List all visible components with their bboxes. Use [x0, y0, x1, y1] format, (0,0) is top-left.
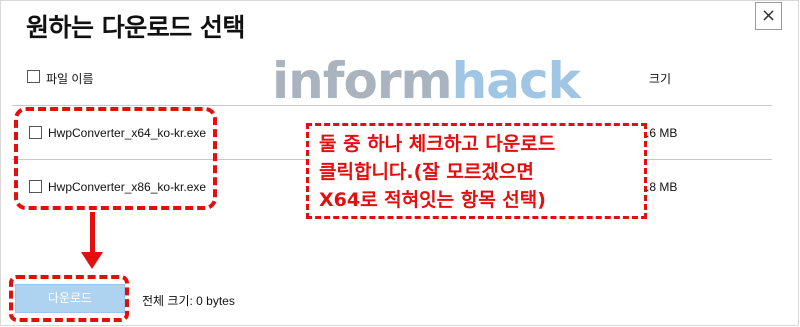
annotation-line-1: 둘 중 하나 체크하고 다운로드 — [319, 133, 556, 155]
dialog-title: 원하는 다운로드 선택 — [26, 13, 245, 42]
annotation-callout: 둘 중 하나 체크하고 다운로드 클릭합니다.(잘 모르겠으면 X64로 적혀잇… — [306, 123, 647, 219]
annotation-line-2: 클릭합니다.(잘 모르겠으면 — [319, 161, 534, 183]
watermark-part2: hack — [451, 52, 581, 110]
file-size-x86: .8 MB — [646, 180, 678, 194]
arrow-shaft — [90, 212, 95, 254]
column-header-name: 파일 이름 — [46, 72, 94, 86]
column-header-size: 크기 — [649, 72, 672, 86]
close-button[interactable]: × — [755, 2, 782, 30]
arrow-down-icon — [81, 252, 103, 269]
highlight-file-list — [14, 107, 217, 210]
select-all-checkbox[interactable] — [27, 70, 40, 83]
annotation-line-3: X64로 적혀잇는 항목 선택) — [319, 189, 546, 211]
watermark-part1: inform — [272, 52, 453, 110]
highlight-download-button — [9, 275, 129, 322]
total-size-text: 전체 크기: 0 bytes — [142, 294, 235, 308]
file-size-x64: .6 MB — [646, 126, 678, 140]
header-divider — [12, 105, 772, 106]
watermark-logo: informhack — [272, 52, 581, 110]
